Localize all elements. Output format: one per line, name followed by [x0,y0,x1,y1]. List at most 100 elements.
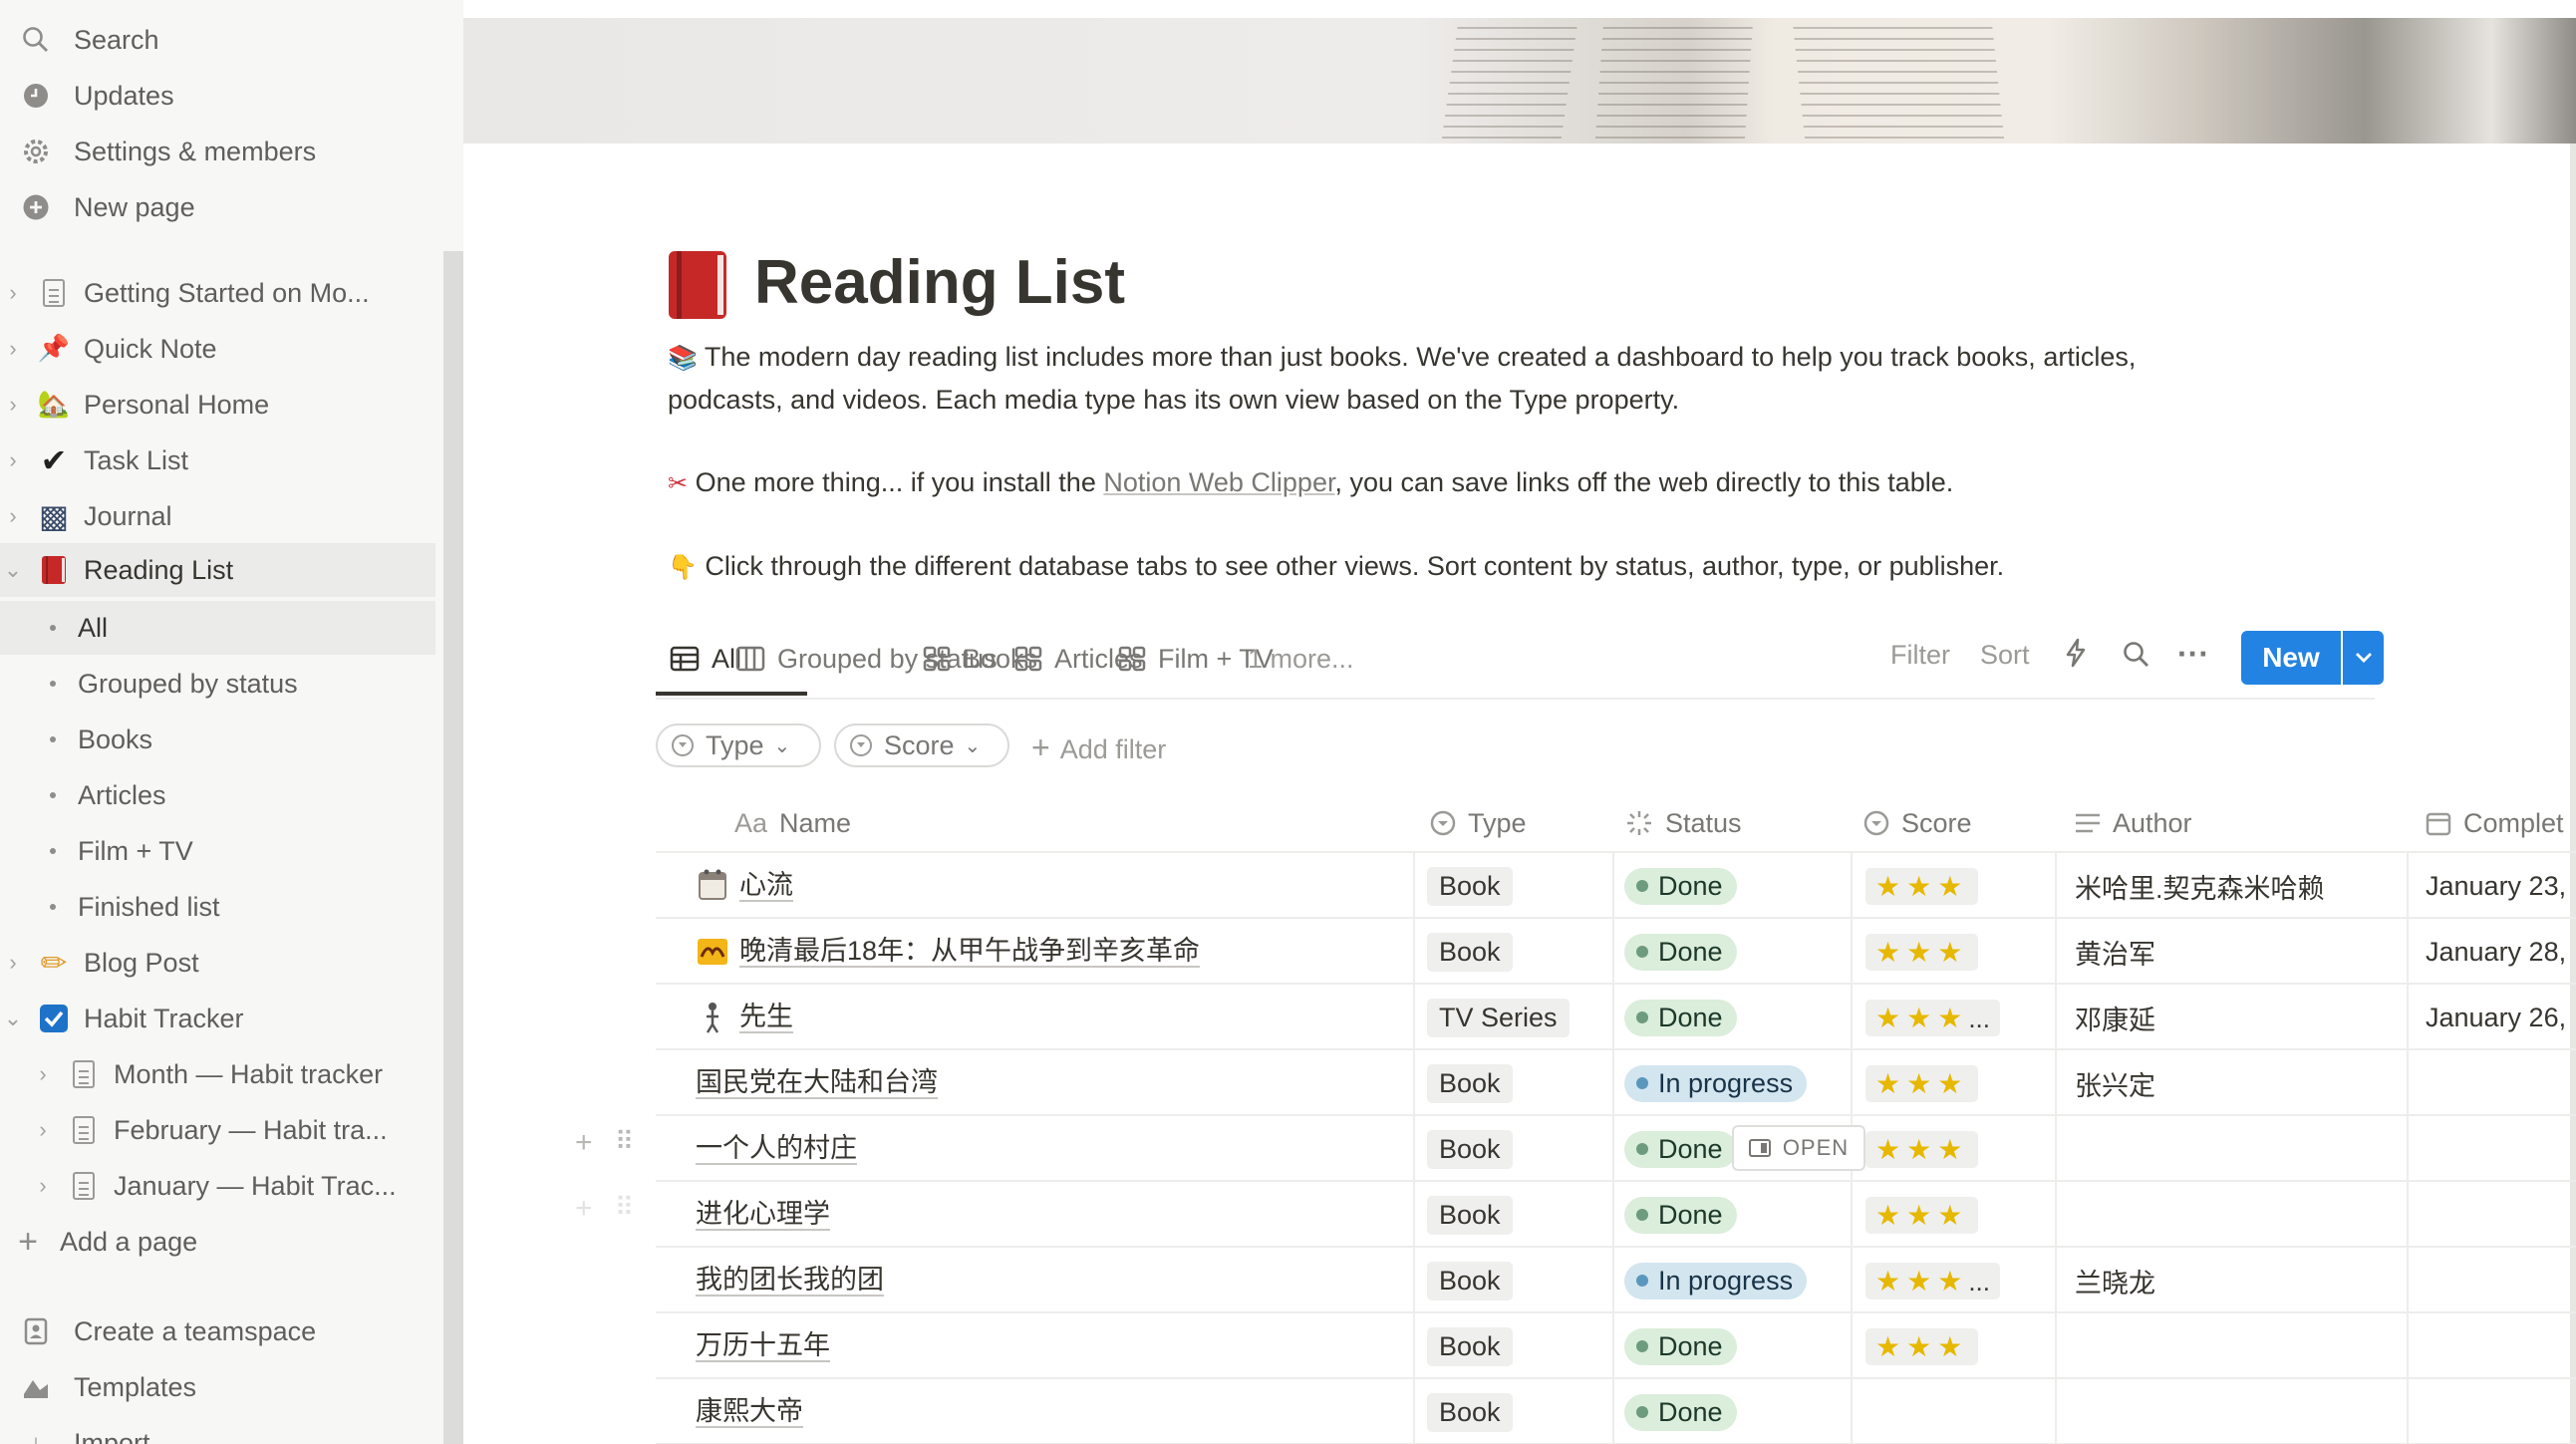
status-cell[interactable]: Done [1624,853,1844,919]
row-title[interactable]: 康熙大帝 [696,1396,803,1428]
status-cell[interactable]: Done [1624,1313,1844,1379]
author-cell[interactable]: 邓康延 [2075,985,2404,1050]
lightning-icon[interactable] [2064,638,2088,675]
completed-cell[interactable] [2426,1313,2575,1379]
name-cell[interactable]: 一个人的村庄 [696,1116,1393,1182]
sidebar-settings[interactable]: Settings & members [0,125,453,178]
chevron-down-icon[interactable]: ⌄ [0,557,26,583]
completed-cell[interactable]: January 26, . [2426,985,2575,1050]
column-header-status[interactable]: Status [1625,797,1742,849]
table-row[interactable]: 先生 TV Series Done ★★★... 邓康延 January 26, . [656,985,2576,1050]
sidebar-page-reading-list[interactable]: ⌄ Reading List [0,543,435,597]
web-clipper-link[interactable]: Notion Web Clipper [1103,467,1334,497]
score-cell[interactable]: ★★★... [1865,1248,2055,1313]
completed-cell[interactable]: January 23, . [2426,853,2575,919]
author-cell[interactable] [2075,1182,2404,1248]
type-cell[interactable]: Book [1427,1379,1606,1444]
type-cell[interactable]: Book [1427,1116,1606,1182]
sidebar-page-february-habit[interactable]: › February — Habit tra... [0,1103,435,1157]
author-cell[interactable] [2075,1313,2404,1379]
author-cell[interactable]: 兰晓龙 [2075,1248,2404,1313]
name-cell[interactable]: 先生 [696,985,1393,1050]
chevron-right-icon[interactable]: › [30,1173,56,1199]
sidebar-scrollbar[interactable] [443,251,463,1444]
sidebar-search[interactable]: Search [0,13,453,67]
type-cell[interactable]: Book [1427,1313,1606,1379]
sidebar-view-books[interactable]: Books [0,713,435,766]
score-cell[interactable]: ★★★ [1865,1182,2055,1248]
add-filter-button[interactable]: + Add filter [1031,729,1166,766]
column-header-author[interactable]: Author [2075,797,2192,849]
row-title[interactable]: 我的团长我的团 [696,1265,884,1297]
status-cell[interactable]: In progress [1624,1050,1844,1116]
completed-cell[interactable] [2426,1379,2575,1444]
name-cell[interactable]: 我的团长我的团 [696,1248,1393,1313]
sidebar-page-getting-started[interactable]: › Getting Started on Mo... [0,266,435,320]
status-cell[interactable]: Done [1624,985,1844,1050]
type-cell[interactable]: TV Series [1427,985,1606,1050]
search-icon[interactable] [2122,640,2151,677]
column-header-score[interactable]: Score [1863,797,1972,849]
author-cell[interactable]: 张兴定 [2075,1050,2404,1116]
score-cell[interactable]: ★★★ [1865,853,2055,919]
type-cell[interactable]: Book [1427,853,1606,919]
row-title[interactable]: 万历十五年 [696,1330,830,1362]
row-title[interactable]: 先生 [739,1002,793,1033]
sidebar-page-quick-note[interactable]: › 📌 Quick Note [0,322,435,376]
tab-all[interactable]: All [670,628,741,690]
drag-handle-icon[interactable]: ⠿ [615,1126,634,1157]
clipper-paragraph[interactable]: ✂ One more thing... if you install the N… [668,461,2242,504]
column-header-completed[interactable]: Complet [2426,797,2564,849]
table-row[interactable]: 晚清最后18年：从甲午战争到辛亥革命 Book Done ★★★ 黄治军 January … [656,919,2576,985]
sidebar-view-articles[interactable]: Articles [0,768,435,822]
row-title[interactable]: 心流 [739,870,793,902]
drag-handle-icon[interactable]: ⠿ [615,1192,634,1223]
score-cell[interactable]: ★★★... [1865,985,2055,1050]
score-cell[interactable]: ★★★ [1865,1313,2055,1379]
chevron-right-icon[interactable]: › [0,392,26,418]
add-row-icon[interactable]: + [575,1192,593,1226]
name-cell[interactable]: 万历十五年 [696,1313,1393,1379]
click-paragraph[interactable]: 👇 Click through the different database t… [668,545,2242,588]
chevron-right-icon[interactable]: › [0,503,26,529]
page-title[interactable]: Reading List [754,247,1125,318]
sidebar-page-task-list[interactable]: › ✔ Task List [0,433,435,487]
type-cell[interactable]: Book [1427,1182,1606,1248]
sort-button[interactable]: Sort [1980,640,2030,671]
sidebar-view-grouped[interactable]: Grouped by status [0,657,435,711]
intro-paragraph[interactable]: 📚 The modern day reading list includes m… [668,336,2242,421]
filter-button[interactable]: Filter [1890,640,1950,671]
sidebar-page-blog-post[interactable]: › ✏ Blog Post [0,936,435,990]
more-options-icon[interactable]: ··· [2177,636,2209,673]
status-cell[interactable]: Done [1624,919,1844,985]
open-row-button[interactable]: OPEN [1732,1125,1865,1171]
sidebar-add-page[interactable]: + Add a page [0,1215,445,1269]
new-button[interactable]: New [2241,631,2341,685]
name-cell[interactable]: 晚清最后18年：从甲午战争到辛亥革命 [696,919,1393,985]
name-cell[interactable]: 进化心理学 [696,1182,1393,1248]
table-row[interactable]: 万历十五年 Book Done ★★★ [656,1313,2576,1379]
sidebar-templates[interactable]: Templates [0,1360,453,1414]
row-title[interactable]: 进化心理学 [696,1199,830,1231]
chevron-right-icon[interactable]: › [30,1117,56,1143]
table-row[interactable]: 进化心理学 Book Done ★★★ [656,1182,2576,1248]
table-row[interactable]: 我的团长我的团 Book In progress ★★★... 兰晓龙 [656,1248,2576,1313]
chevron-down-icon[interactable]: ⌄ [0,1006,26,1031]
chevron-right-icon[interactable]: › [0,447,26,473]
sidebar-create-teamspace[interactable]: Create a teamspace [0,1304,453,1358]
completed-cell[interactable] [2426,1182,2575,1248]
row-title[interactable]: 晚清最后18年：从甲午战争到辛亥革命 [739,936,1201,968]
status-cell[interactable]: Done [1624,1182,1844,1248]
row-title[interactable]: 一个人的村庄 [696,1133,857,1165]
score-cell[interactable] [1865,1379,2055,1444]
chevron-right-icon[interactable]: › [30,1061,56,1087]
score-cell[interactable]: ★★★ [1865,1050,2055,1116]
sidebar-page-month-habit[interactable]: › Month — Habit tracker [0,1047,435,1101]
red-book-icon[interactable] [663,249,732,321]
type-cell[interactable]: Book [1427,1050,1606,1116]
sidebar-page-habit-tracker[interactable]: ⌄ Habit Tracker [0,992,435,1045]
completed-cell[interactable] [2426,1248,2575,1313]
type-filter-chip[interactable]: Type ⌄ [656,723,821,767]
add-row-icon[interactable]: + [575,1126,593,1160]
name-cell[interactable]: 心流 [696,853,1393,919]
